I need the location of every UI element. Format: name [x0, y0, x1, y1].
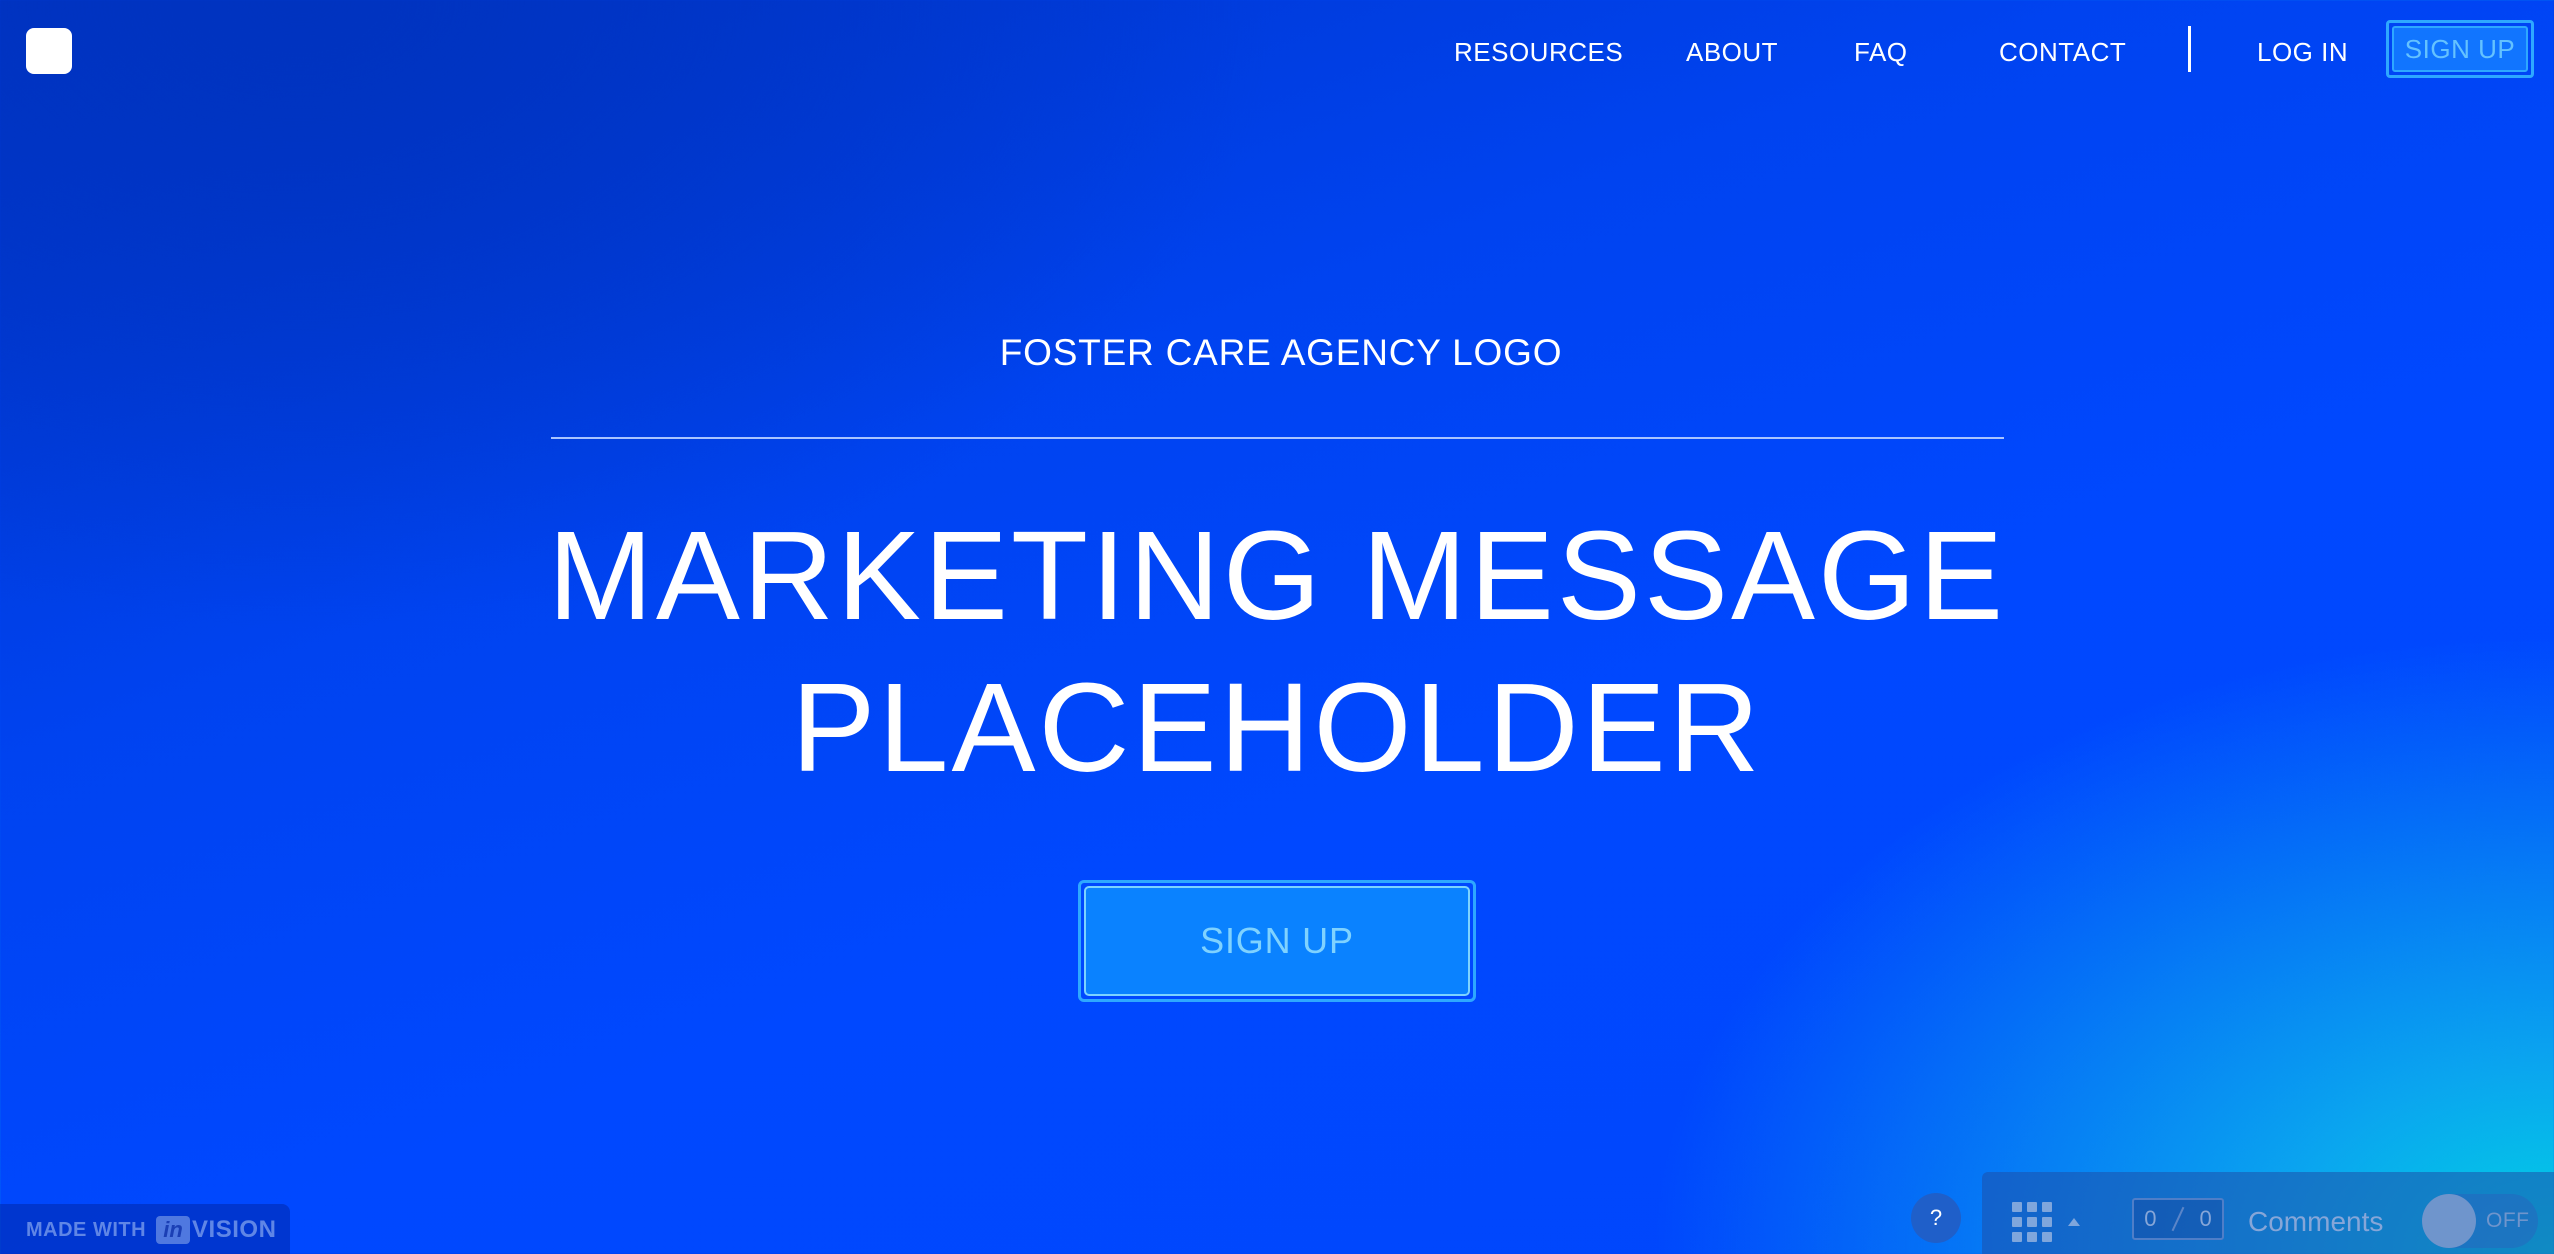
- nav-login[interactable]: LOG IN: [2257, 34, 2348, 70]
- counter-current: 0: [2144, 1206, 2157, 1231]
- nav-about[interactable]: ABOUT: [1686, 34, 1778, 70]
- hero-signup-focus-ring: SIGN UP: [1078, 880, 1476, 1002]
- counter-total: 0: [2199, 1206, 2212, 1231]
- grid-icon[interactable]: [2012, 1202, 2052, 1242]
- toggle-knob: [2422, 1194, 2476, 1248]
- made-with-invision-badge[interactable]: MADE WITH in VISION: [0, 1204, 290, 1254]
- comments-toggle[interactable]: OFF: [2422, 1194, 2538, 1248]
- hero-divider: [551, 437, 2004, 439]
- caret-up-icon[interactable]: [2068, 1218, 2080, 1226]
- hero-signup-button[interactable]: SIGN UP: [1084, 886, 1470, 996]
- counter-slash: [2171, 1206, 2185, 1232]
- screen-counter: 0 0: [2132, 1198, 2224, 1240]
- nav-resources[interactable]: RESOURCES: [1454, 34, 1623, 70]
- nav-faq[interactable]: FAQ: [1854, 34, 1908, 70]
- nav-signup-focus-ring: SIGN UP: [2386, 20, 2534, 78]
- hero-headline-line-1: MARKETING MESSAGE: [547, 505, 2007, 646]
- invision-wordmark: VISION: [192, 1216, 277, 1243]
- hero-headline: MARKETING MESSAGE PLACEHOLDER: [0, 500, 2554, 804]
- invision-logo-icon: in: [156, 1216, 191, 1244]
- help-icon: ?: [1929, 1205, 1943, 1230]
- prototype-toolbar: 0 0 Comments OFF: [1982, 1172, 2554, 1254]
- nav-signup-button[interactable]: SIGN UP: [2392, 26, 2528, 72]
- hero-headline-line-2: PLACEHOLDER: [791, 657, 1763, 798]
- toggle-label: OFF: [2486, 1209, 2530, 1232]
- help-button[interactable]: ?: [1911, 1193, 1961, 1243]
- nav-contact[interactable]: CONTACT: [1999, 34, 2126, 70]
- logo-icon[interactable]: [26, 28, 72, 74]
- nav-divider: [2188, 26, 2191, 72]
- made-with-label: MADE WITH: [26, 1218, 147, 1241]
- comments-label[interactable]: Comments: [2248, 1206, 2383, 1238]
- agency-logo-text: FOSTER CARE AGENCY LOGO: [999, 332, 1563, 373]
